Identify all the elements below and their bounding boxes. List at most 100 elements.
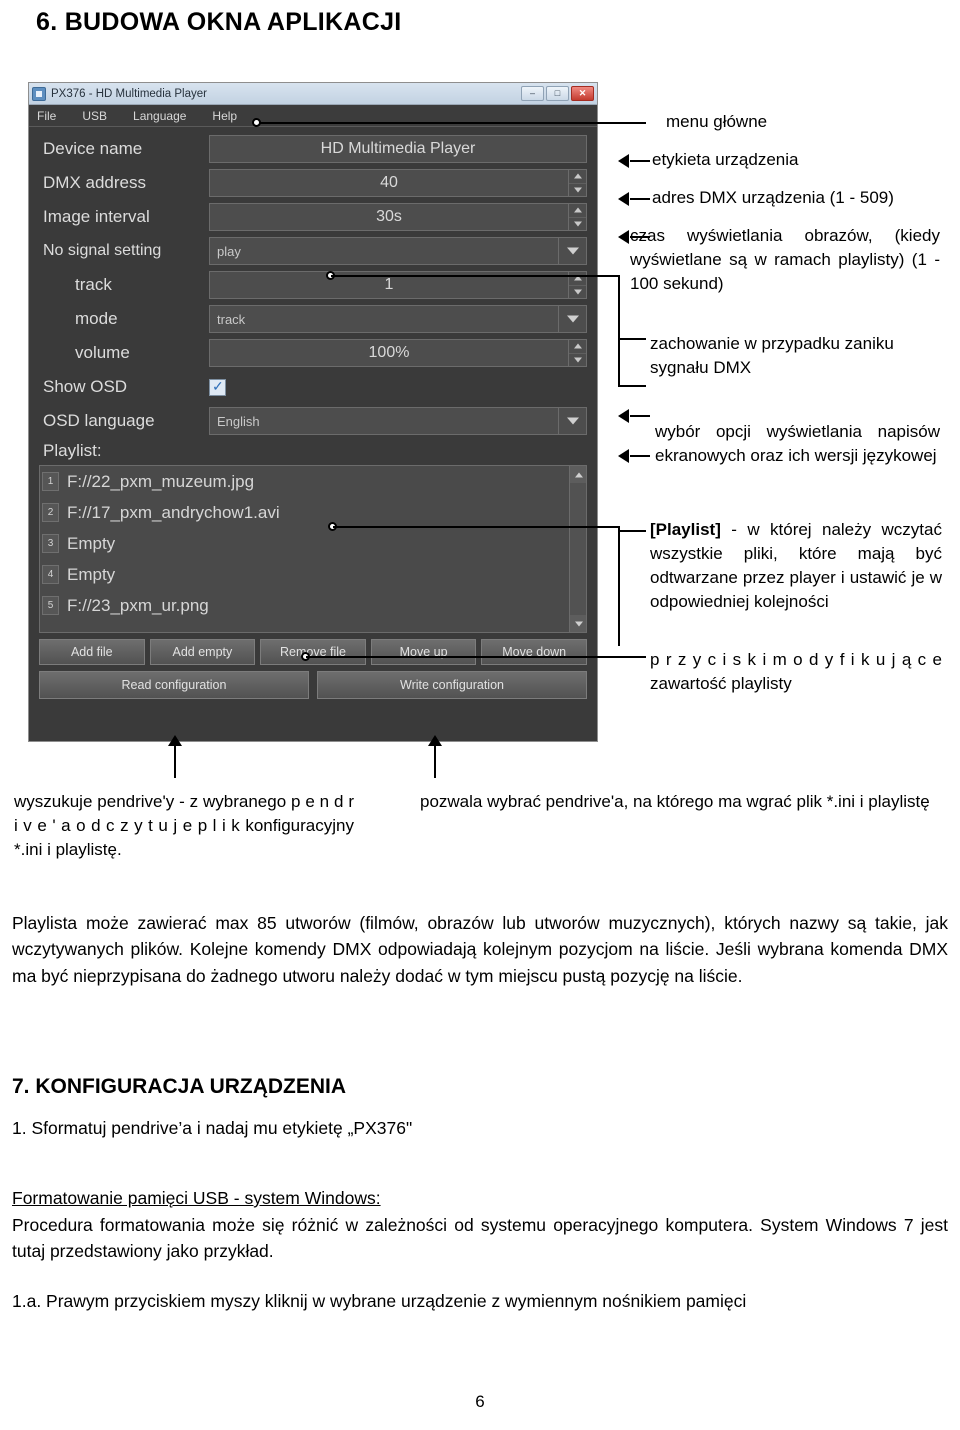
stepper-down-icon[interactable]	[569, 286, 586, 299]
list-item[interactable]: 3 Empty	[40, 528, 586, 559]
playlist-box: 1 F://22_pxm_muzeum.jpg 2 F://17_pxm_and…	[39, 465, 587, 633]
stepper-down-icon[interactable]	[569, 354, 586, 367]
leader-line-osdlang	[630, 455, 650, 457]
leader-line-nosignal2	[618, 385, 646, 387]
stepper-down-icon[interactable]	[569, 218, 586, 231]
chevron-down-icon[interactable]	[559, 237, 587, 265]
annotation-pozwala: pozwala wybrać pendrive'a, na którego ma…	[420, 792, 930, 811]
menu-item-language[interactable]: Language	[133, 109, 186, 123]
read-configuration-button[interactable]: Read configuration	[39, 671, 309, 699]
maximize-button[interactable]: □	[546, 86, 569, 101]
show-osd-checkbox[interactable]	[209, 378, 226, 396]
row-show-osd: Show OSD	[39, 373, 587, 401]
arrow-icon	[618, 230, 629, 244]
osd-language-select[interactable]: English	[209, 407, 559, 435]
playlist-filename: Empty	[67, 564, 116, 584]
add-file-button[interactable]: Add file	[39, 639, 145, 665]
row-no-signal-setting: No signal setting play	[39, 237, 587, 265]
menu-item-file[interactable]: File	[37, 109, 56, 123]
leader-line-menu	[256, 122, 646, 124]
leader-dot-menu	[252, 118, 261, 127]
paragraph-sformatuj: 1. Sformatuj pendrive’a i nadaj mu etyki…	[12, 1118, 413, 1138]
image-interval-stepper[interactable]	[569, 203, 587, 231]
window-controls: – □ ✕	[521, 86, 594, 101]
mode-label: mode	[75, 309, 118, 328]
device-name-label: Device name	[43, 139, 143, 158]
leader-line-read	[174, 742, 176, 778]
playlist-index: 5	[42, 596, 59, 615]
image-interval-label: Image interval	[43, 207, 150, 226]
annotation-playlist: [Playlist] - w której należy wczytać wsz…	[650, 518, 942, 615]
row-device-name: Device name HD Multimedia Player	[39, 135, 587, 163]
leader-line-dmx	[630, 198, 650, 200]
annotation-playlist-bold: [Playlist]	[650, 520, 721, 539]
mode-select[interactable]: track	[209, 305, 559, 333]
device-name-input[interactable]: HD Multimedia Player	[209, 135, 587, 163]
leader-line-nosignal3	[620, 338, 646, 340]
list-item[interactable]: 5 F://23_pxm_ur.png	[40, 590, 586, 621]
dmx-address-input[interactable]: 40	[209, 169, 569, 197]
osd-language-label: OSD language	[43, 411, 155, 430]
leader-line-playlist	[333, 526, 620, 528]
app-icon	[32, 86, 46, 101]
leader-line-osd	[630, 415, 650, 417]
playlist-filename: F://23_pxm_ur.png	[67, 595, 209, 615]
list-item[interactable]: 4 Empty	[40, 559, 586, 590]
playlist-index: 1	[42, 472, 59, 491]
image-interval-input[interactable]: 30s	[209, 203, 569, 231]
playlist-filename: F://22_pxm_muzeum.jpg	[67, 471, 255, 491]
list-item[interactable]: 1 F://22_pxm_muzeum.jpg	[40, 466, 586, 497]
arrow-icon	[168, 735, 182, 746]
move-down-button[interactable]: Move down	[481, 639, 587, 665]
configuration-button-row: Read configuration Write configuration	[39, 671, 587, 699]
no-signal-setting-select[interactable]: play	[209, 237, 559, 265]
window-title: PX376 - HD Multimedia Player	[51, 87, 207, 100]
stepper-down-icon[interactable]	[569, 184, 586, 197]
application-window-mock: PX376 - HD Multimedia Player – □ ✕ File …	[28, 82, 598, 742]
no-signal-setting-label: No signal setting	[43, 242, 162, 259]
annotation-czas: czas wyświetlania obrazów, (kiedy wyświe…	[630, 226, 940, 294]
menu-item-usb[interactable]: USB	[82, 109, 107, 123]
remove-file-button[interactable]: Remove file	[260, 639, 366, 665]
arrow-icon	[618, 449, 629, 463]
row-osd-language: OSD language English	[39, 407, 587, 435]
minimize-button[interactable]: –	[521, 86, 544, 101]
playlist-scrollbar[interactable]	[569, 466, 586, 632]
stepper-up-icon[interactable]	[569, 204, 586, 218]
annotation-menu-glowne: menu główne	[666, 112, 768, 131]
annotation-wyszukuje: wyszukuje pendrive'y - z wybranego p e n…	[14, 792, 354, 860]
arrow-icon	[618, 192, 629, 206]
annotation-dmx: adres DMX urządzenia (1 - 509)	[652, 188, 894, 207]
scroll-down-icon[interactable]	[570, 615, 586, 632]
playlist-filename: F://17_pxm_andrychow1.avi	[67, 502, 280, 522]
playlist-label: Playlist:	[43, 441, 102, 460]
write-configuration-button[interactable]: Write configuration	[317, 671, 587, 699]
annotation-przyciski: p r z y c i s k i m o d y f i k u j ą c …	[650, 650, 942, 694]
leader-line-write	[434, 742, 436, 778]
playlist-button-row: Add file Add empty Remove file Move up M…	[39, 639, 587, 671]
page-number: 6	[475, 1392, 485, 1411]
volume-stepper[interactable]	[569, 339, 587, 367]
paragraph-procedura: Procedura formatowania może się różnić w…	[12, 1215, 948, 1262]
arrow-icon	[428, 735, 442, 746]
dmx-address-stepper[interactable]	[569, 169, 587, 197]
move-up-button[interactable]: Move up	[370, 639, 477, 665]
menu-item-help[interactable]: Help	[212, 109, 237, 123]
window-titlebar: PX376 - HD Multimedia Player – □ ✕	[29, 83, 597, 105]
list-item[interactable]: 2 F://17_pxm_andrychow1.avi	[40, 497, 586, 528]
volume-input[interactable]: 100%	[209, 339, 569, 367]
arrow-icon	[618, 154, 629, 168]
stepper-up-icon[interactable]	[569, 170, 586, 184]
paragraph-playlista: Playlista może zawierać max 85 utworów (…	[12, 913, 948, 986]
leader-bracket-playlist	[618, 526, 620, 646]
paragraph-formatowanie-heading: Formatowanie pamięci USB - system Window…	[12, 1188, 381, 1208]
stepper-up-icon[interactable]	[569, 340, 586, 354]
leader-line-buttons	[306, 656, 646, 658]
leader-line-label	[630, 160, 650, 162]
add-empty-button[interactable]: Add empty	[149, 639, 256, 665]
scroll-up-icon[interactable]	[570, 466, 586, 483]
close-button[interactable]: ✕	[571, 86, 594, 101]
chevron-down-icon[interactable]	[559, 305, 587, 333]
playlist-index: 3	[42, 534, 59, 553]
chevron-down-icon[interactable]	[559, 407, 587, 435]
